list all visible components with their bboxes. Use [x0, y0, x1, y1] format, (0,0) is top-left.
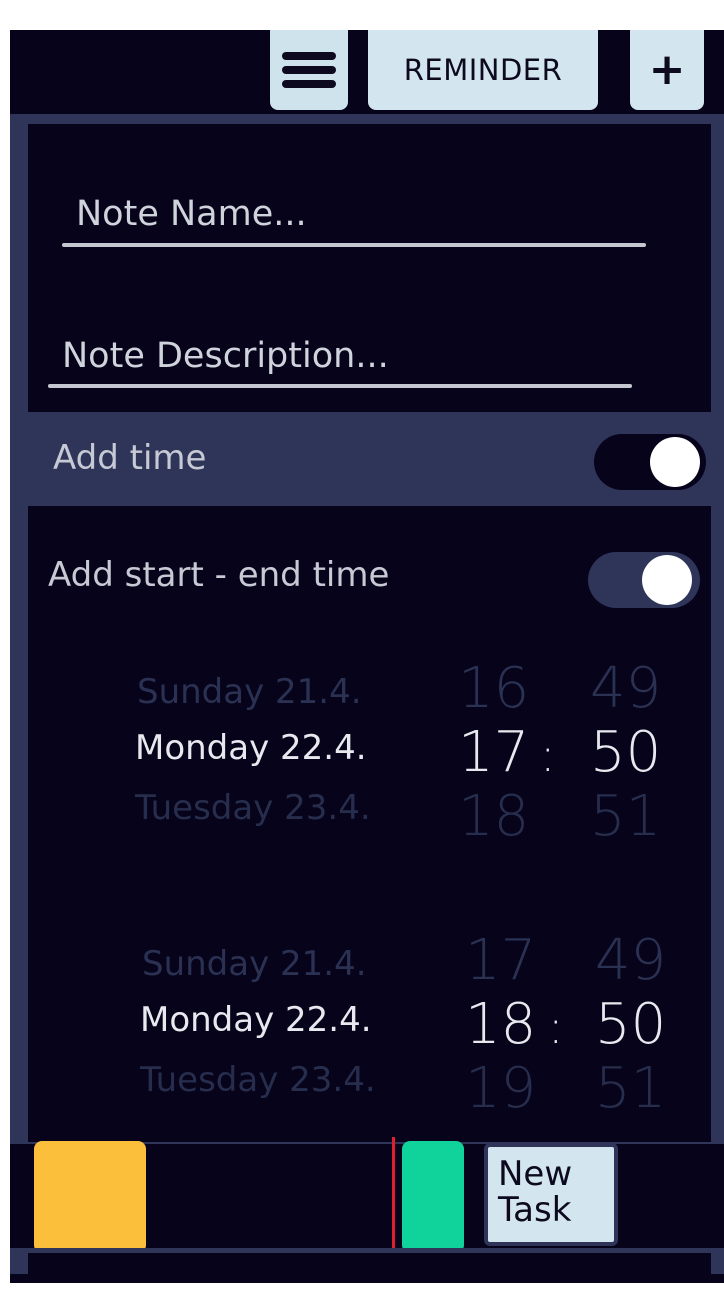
start-day-selected[interactable]: Monday 22.4. [135, 728, 367, 768]
end-minute-selected[interactable]: 50 [595, 992, 666, 1057]
start-day-prev[interactable]: Sunday 21.4. [137, 672, 362, 712]
time-panel: Add start - end time Sunday 21.4. Monday… [28, 506, 711, 1142]
reminder-button[interactable]: REMINDER [368, 30, 598, 110]
add-start-end-toggle-knob [642, 555, 692, 605]
hamburger-menu-icon [282, 52, 336, 88]
start-day-next[interactable]: Tuesday 23.4. [135, 788, 371, 828]
end-time-separator: : [548, 1000, 564, 1054]
note-name-input[interactable]: Note Name... [76, 194, 307, 240]
start-minute-selected[interactable]: 50 [590, 720, 661, 785]
start-hour-next[interactable]: 18 [458, 784, 529, 849]
yellow-task-swatch[interactable] [34, 1141, 146, 1253]
start-hour-prev[interactable]: 16 [458, 656, 529, 721]
add-button[interactable]: + [630, 30, 704, 110]
note-name-underline [62, 243, 646, 247]
end-hour-selected[interactable]: 18 [465, 992, 536, 1057]
footer-panel [28, 1253, 711, 1275]
start-time-separator: : [540, 728, 556, 782]
note-form-panel: Note Name... Note Description... [28, 124, 711, 412]
add-time-toggle[interactable] [594, 434, 706, 490]
note-description-underline [48, 384, 632, 388]
end-day-selected[interactable]: Monday 22.4. [140, 1000, 372, 1040]
start-minute-next[interactable]: 51 [590, 784, 661, 849]
end-day-prev[interactable]: Sunday 21.4. [142, 944, 367, 984]
add-time-toggle-knob [650, 437, 700, 487]
end-hour-prev[interactable]: 17 [465, 928, 536, 993]
app-frame: REMINDER + Note Name... Note Description… [10, 30, 724, 1283]
menu-button[interactable] [270, 30, 348, 110]
end-day-next[interactable]: Tuesday 23.4. [140, 1060, 376, 1100]
new-task-button[interactable]: New Task [484, 1143, 618, 1246]
new-task-label: New Task [498, 1154, 573, 1230]
note-description-input[interactable]: Note Description... [62, 336, 389, 382]
start-minute-prev[interactable]: 49 [590, 656, 661, 721]
add-time-label: Add time [53, 438, 207, 478]
add-start-end-toggle[interactable] [588, 552, 700, 608]
start-hour-selected[interactable]: 17 [458, 720, 529, 785]
add-start-end-label: Add start - end time [48, 555, 390, 595]
green-task-swatch[interactable] [402, 1141, 464, 1253]
end-minute-next[interactable]: 51 [595, 1056, 666, 1121]
end-minute-prev[interactable]: 49 [595, 928, 666, 993]
current-time-indicator [392, 1137, 395, 1253]
end-hour-next[interactable]: 19 [465, 1056, 536, 1121]
